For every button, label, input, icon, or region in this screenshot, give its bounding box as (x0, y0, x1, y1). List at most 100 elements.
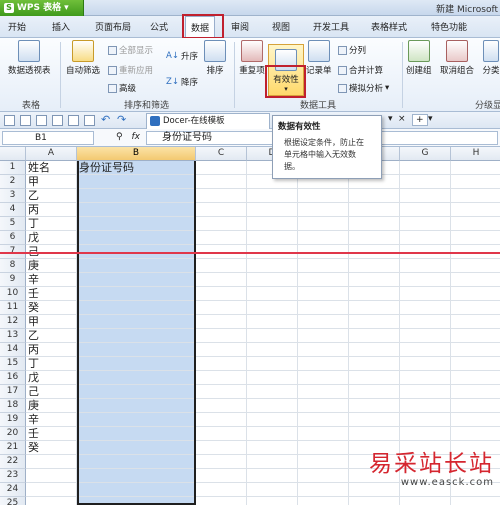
row-header[interactable]: 13 (0, 329, 26, 343)
cell-F16[interactable] (349, 371, 400, 385)
cell-G17[interactable] (400, 385, 451, 399)
cell-F5[interactable] (349, 217, 400, 231)
cell-G2[interactable] (400, 175, 451, 189)
cell-C3[interactable] (196, 189, 247, 203)
cell-C25[interactable] (196, 497, 247, 505)
cell-C4[interactable] (196, 203, 247, 217)
cell-G25[interactable] (400, 497, 451, 505)
cell-D20[interactable] (247, 427, 298, 441)
row-header[interactable]: 6 (0, 231, 26, 245)
row-header[interactable]: 3 (0, 189, 26, 203)
cell-A8[interactable]: 庚 (26, 259, 77, 273)
cell-H25[interactable] (451, 497, 500, 505)
open-folder-icon[interactable] (20, 115, 31, 126)
cell-A22[interactable] (26, 455, 77, 469)
cell-F23[interactable] (349, 469, 400, 483)
cell-A25[interactable] (26, 497, 77, 505)
cell-B10[interactable] (77, 287, 196, 301)
cell-F11[interactable] (349, 301, 400, 315)
cell-G3[interactable] (400, 189, 451, 203)
cell-B23[interactable] (77, 469, 196, 483)
name-box[interactable]: B1 (2, 131, 94, 145)
cell-F4[interactable] (349, 203, 400, 217)
cell-D23[interactable] (247, 469, 298, 483)
cell-E17[interactable] (298, 385, 349, 399)
cell-B19[interactable] (77, 413, 196, 427)
spellcheck-icon[interactable] (84, 115, 95, 126)
spreadsheet-grid[interactable]: ABCDEFGH1姓名身份证号码2甲3乙4丙5丁6戊7己8庚9辛10壬11癸12… (0, 147, 500, 505)
row-header[interactable]: 7 (0, 245, 26, 259)
duplicates-button[interactable]: 重复项 (238, 40, 266, 76)
row-header[interactable]: 16 (0, 371, 26, 385)
cell-F15[interactable] (349, 357, 400, 371)
cell-G1[interactable] (400, 161, 451, 175)
cell-F13[interactable] (349, 329, 400, 343)
cell-H16[interactable] (451, 371, 500, 385)
row-header[interactable]: 15 (0, 357, 26, 371)
cell-B20[interactable] (77, 427, 196, 441)
record-form-button[interactable]: 记录单 (306, 40, 332, 76)
cell-B6[interactable] (77, 231, 196, 245)
cell-G24[interactable] (400, 483, 451, 497)
cell-F20[interactable] (349, 427, 400, 441)
cell-D11[interactable] (247, 301, 298, 315)
row-header[interactable]: 4 (0, 203, 26, 217)
cell-B3[interactable] (77, 189, 196, 203)
cell-F7[interactable] (349, 245, 400, 259)
cell-D13[interactable] (247, 329, 298, 343)
cell-H21[interactable] (451, 441, 500, 455)
wps-menu-button[interactable]: S WPS 表格 ▾ (0, 0, 84, 16)
menu-insert[interactable]: 插入 (52, 20, 70, 33)
cell-H19[interactable] (451, 413, 500, 427)
cell-E24[interactable] (298, 483, 349, 497)
row-header[interactable]: 24 (0, 483, 26, 497)
select-all-corner[interactable] (0, 147, 26, 161)
column-header[interactable]: H (451, 147, 500, 161)
cell-E20[interactable] (298, 427, 349, 441)
cell-B8[interactable] (77, 259, 196, 273)
create-group-button[interactable]: 创建组 (406, 40, 432, 76)
cell-C24[interactable] (196, 483, 247, 497)
cell-D19[interactable] (247, 413, 298, 427)
add-tab-button[interactable]: + (412, 114, 428, 126)
cell-H18[interactable] (451, 399, 500, 413)
cell-E23[interactable] (298, 469, 349, 483)
menu-developer[interactable]: 开发工具 (313, 20, 349, 33)
cell-G5[interactable] (400, 217, 451, 231)
cell-A20[interactable]: 壬 (26, 427, 77, 441)
cell-H17[interactable] (451, 385, 500, 399)
row-header[interactable]: 12 (0, 315, 26, 329)
cell-E3[interactable] (298, 189, 349, 203)
cell-H20[interactable] (451, 427, 500, 441)
cell-H22[interactable] (451, 455, 500, 469)
cell-H6[interactable] (451, 231, 500, 245)
menu-home[interactable]: 开始 (8, 20, 26, 33)
row-header[interactable]: 23 (0, 469, 26, 483)
cell-B15[interactable] (77, 357, 196, 371)
column-header[interactable]: A (26, 147, 77, 161)
cell-G11[interactable] (400, 301, 451, 315)
cell-D25[interactable] (247, 497, 298, 505)
cell-C14[interactable] (196, 343, 247, 357)
cell-D17[interactable] (247, 385, 298, 399)
row-header[interactable]: 8 (0, 259, 26, 273)
cell-E14[interactable] (298, 343, 349, 357)
cell-D7[interactable] (247, 245, 298, 259)
cell-F6[interactable] (349, 231, 400, 245)
cell-C20[interactable] (196, 427, 247, 441)
cell-D21[interactable] (247, 441, 298, 455)
cell-D18[interactable] (247, 399, 298, 413)
cell-D15[interactable] (247, 357, 298, 371)
cell-C16[interactable] (196, 371, 247, 385)
cell-G15[interactable] (400, 357, 451, 371)
cell-G23[interactable] (400, 469, 451, 483)
row-header[interactable]: 17 (0, 385, 26, 399)
cell-A9[interactable]: 辛 (26, 273, 77, 287)
preview-icon[interactable] (68, 115, 79, 126)
cell-D9[interactable] (247, 273, 298, 287)
cell-G14[interactable] (400, 343, 451, 357)
cell-A10[interactable]: 壬 (26, 287, 77, 301)
cell-H4[interactable] (451, 203, 500, 217)
cell-C11[interactable] (196, 301, 247, 315)
cell-H9[interactable] (451, 273, 500, 287)
